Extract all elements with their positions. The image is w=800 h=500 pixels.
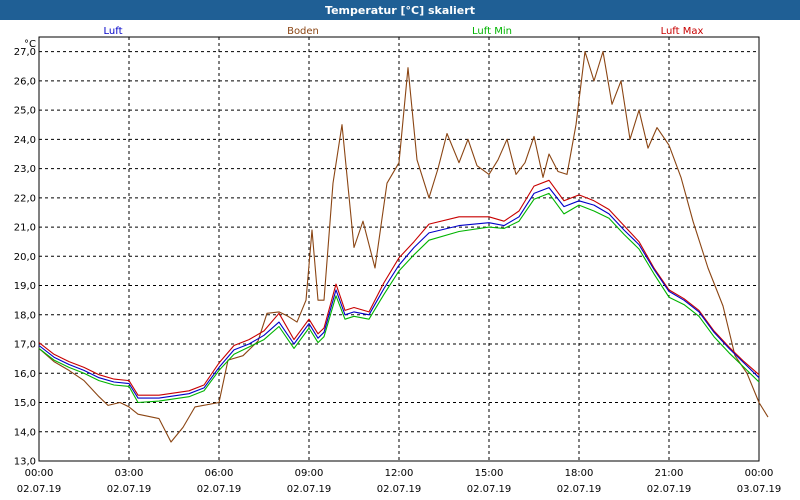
y-tick-label: 24,0 bbox=[14, 135, 36, 146]
x-tick-date: 03.07.19 bbox=[737, 484, 782, 495]
x-tick-time: 09:00 bbox=[295, 468, 324, 479]
legend: Luft Boden Luft Min Luft Max bbox=[104, 26, 704, 37]
x-tick-date: 02.07.19 bbox=[557, 484, 602, 495]
y-tick-label: 19,0 bbox=[14, 281, 36, 292]
y-axis-unit: °C bbox=[24, 39, 36, 50]
x-tick-time: 00:00 bbox=[25, 468, 54, 479]
y-tick-label: 22,0 bbox=[14, 193, 36, 204]
x-tick-date: 02.07.19 bbox=[107, 484, 152, 495]
grid bbox=[38, 37, 760, 462]
y-tick-label: 21,0 bbox=[14, 223, 36, 234]
y-tick-label: 18,0 bbox=[14, 310, 36, 321]
x-tick-date: 02.07.19 bbox=[647, 484, 692, 495]
x-tick-time: 03:00 bbox=[115, 468, 144, 479]
legend-boden: Boden bbox=[287, 26, 319, 37]
x-tick-date: 02.07.19 bbox=[197, 484, 242, 495]
x-tick-time: 15:00 bbox=[475, 468, 504, 479]
x-tick-time: 00:00 bbox=[745, 468, 774, 479]
y-tick-label: 20,0 bbox=[14, 252, 36, 263]
y-tick-label: 13,0 bbox=[14, 457, 36, 468]
y-tick-label: 17,0 bbox=[14, 340, 36, 351]
x-tick-date: 02.07.19 bbox=[17, 484, 62, 495]
temperature-chart: 13,0 14,0 15,0 16,0 17,0 18,0 19,0 20,0 21,0 22,0… bbox=[14, 26, 782, 495]
x-tick-date: 02.07.19 bbox=[287, 484, 332, 495]
y-tick-label: 15,0 bbox=[14, 398, 36, 409]
x-tick-time: 06:00 bbox=[205, 468, 234, 479]
y-tick-label: 26,0 bbox=[14, 76, 36, 87]
legend-luft-min: Luft Min bbox=[472, 26, 512, 37]
x-tick-date: 02.07.19 bbox=[377, 484, 422, 495]
y-tick-label: 14,0 bbox=[14, 427, 36, 438]
legend-luft: Luft bbox=[104, 26, 123, 37]
x-tick-time: 21:00 bbox=[655, 468, 684, 479]
y-tick-label: 23,0 bbox=[14, 164, 36, 175]
window-title: Temperatur [°C] skaliert bbox=[0, 0, 800, 20]
x-tick-date: 02.07.19 bbox=[467, 484, 512, 495]
x-tick-time: 18:00 bbox=[565, 468, 594, 479]
x-tick-time: 12:00 bbox=[385, 468, 414, 479]
y-tick-label: 16,0 bbox=[14, 369, 36, 380]
legend-luft-max: Luft Max bbox=[661, 26, 704, 37]
y-tick-label: 25,0 bbox=[14, 106, 36, 117]
